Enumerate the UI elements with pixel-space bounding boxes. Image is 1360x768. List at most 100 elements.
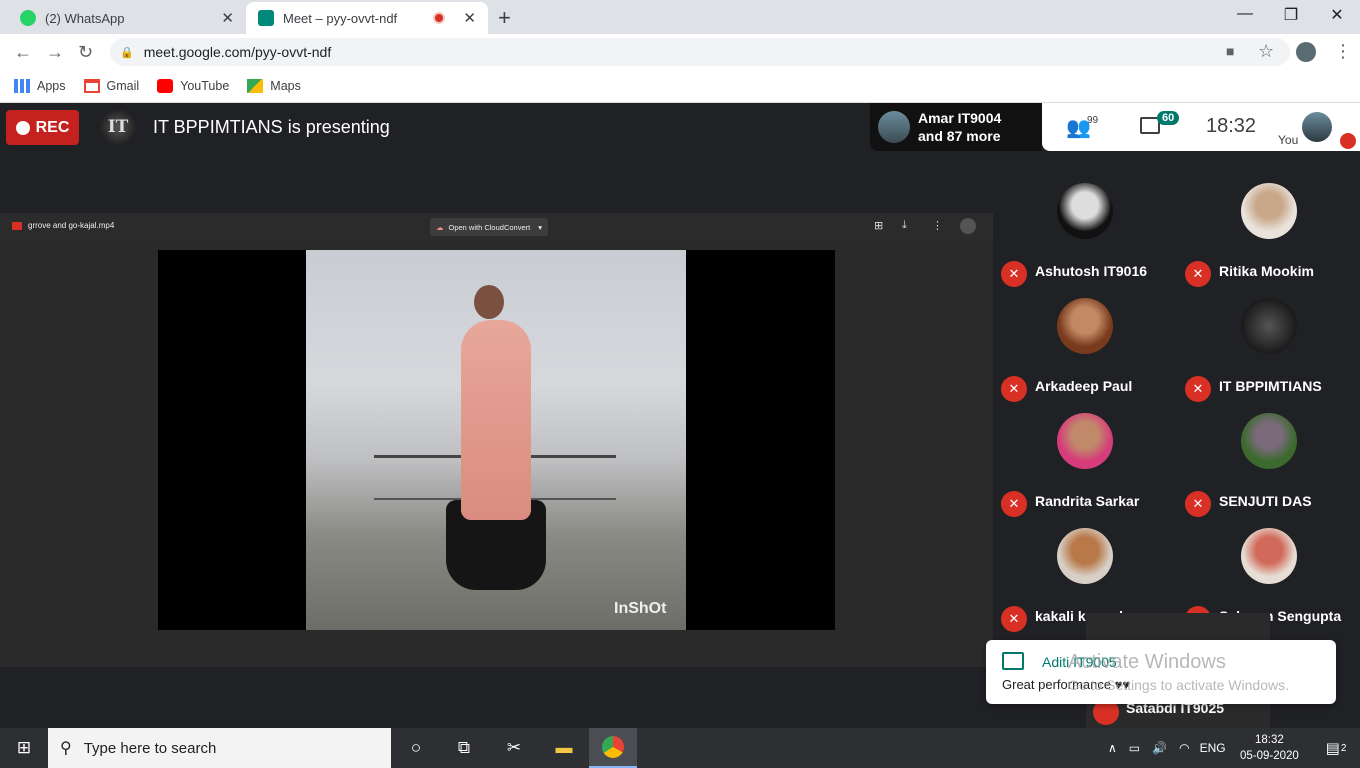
chat-count-badge: 60	[1157, 111, 1180, 125]
dancer-figure	[474, 285, 504, 319]
mic-off-icon: ✕	[1185, 491, 1211, 517]
avatar	[1241, 413, 1297, 469]
star-icon[interactable]: ☆	[1258, 41, 1274, 62]
windows-taskbar: ⊞ ⚲ Type here to search ○ ⧉ ✂ ▬ ∧ ▭ 🔊 ◠ …	[0, 728, 1360, 768]
participant-tile[interactable]: ✕ Arkadeep Paul	[993, 291, 1177, 406]
gmail-icon	[83, 79, 100, 93]
file-explorer-icon[interactable]: ▬	[540, 728, 588, 768]
recording-badge[interactable]: REC	[6, 110, 79, 145]
video-watermark: InShOt	[614, 600, 667, 617]
new-tab-button[interactable]: +	[498, 5, 511, 31]
participant-name: Arkadeep Paul	[1035, 378, 1133, 394]
join-notification: Amar IT9004 and 87 more	[870, 103, 1042, 151]
participants-count: 99	[1087, 115, 1099, 126]
task-view-icon[interactable]: ⧉	[440, 728, 488, 768]
bookmark-maps[interactable]: Maps	[247, 79, 301, 93]
lock-icon: 🔒	[120, 46, 134, 59]
tab-whatsapp[interactable]: (2) WhatsApp ✕	[8, 2, 246, 34]
viewer-avatar	[960, 218, 976, 234]
back-icon[interactable]: ←	[14, 42, 32, 63]
avatar	[1057, 528, 1113, 584]
avatar	[878, 111, 910, 143]
close-icon[interactable]: ✕	[221, 9, 234, 27]
window-close-button[interactable]: ✕	[1314, 5, 1360, 25]
participants-grid: ✕ Ashutosh IT9016 ✕ Ritika Mookim ✕ Arka…	[993, 151, 1360, 671]
mic-off-icon: ✕	[1001, 376, 1027, 402]
notification-line1: Amar IT9004	[918, 110, 1002, 126]
meeting-time: 18:32	[1206, 115, 1257, 137]
presenting-title: IT BPPIMTIANS is presenting	[153, 117, 390, 137]
participant-tile[interactable]: ✕ SENJUTI DAS	[1177, 406, 1360, 521]
camera-icon[interactable]: ■	[1226, 43, 1234, 59]
bookmark-youtube[interactable]: YouTube	[157, 79, 229, 93]
tab-title: (2) WhatsApp	[45, 10, 125, 26]
snipping-tool-icon[interactable]: ✂	[490, 728, 538, 768]
participant-tile[interactable]: ✕ Randrita Sarkar	[993, 406, 1177, 521]
tab-meet[interactable]: Meet – pyy-ovvt-ndf ✕	[246, 2, 488, 34]
address-bar[interactable]: 🔒 meet.google.com/pyy-ovvt-ndf	[110, 38, 1290, 66]
participant-tile[interactable]: ✕ Ritika Mookim	[1177, 176, 1360, 291]
more-icon[interactable]: ⋮	[932, 219, 943, 232]
url-text: meet.google.com/pyy-ovvt-ndf	[143, 44, 332, 60]
minimize-button[interactable]: —	[1222, 5, 1268, 23]
cortana-icon[interactable]: ○	[392, 728, 440, 768]
activate-windows-subtitle: Go to Settings to activate Windows.	[1068, 677, 1289, 693]
reload-icon[interactable]: ↻	[78, 42, 93, 63]
participant-tile[interactable]: ✕ IT BPPIMTIANS	[1177, 291, 1360, 406]
menu-icon[interactable]: ⋮	[1334, 41, 1352, 62]
wifi-icon[interactable]: ◠	[1179, 741, 1189, 755]
file-viewer-bar: grrove and go-kajal.mp4 ☁ Open with Clou…	[0, 213, 993, 241]
download-icon[interactable]: ⤓	[902, 219, 907, 232]
record-icon	[15, 120, 30, 135]
taskbar-clock[interactable]: 18:32 05-09-2020	[1240, 732, 1299, 764]
open-with-button[interactable]: ☁ Open with CloudConvert ▾	[430, 218, 548, 236]
language-indicator[interactable]: ENG	[1200, 741, 1226, 755]
clock-date: 05-09-2020	[1240, 750, 1299, 762]
mic-off-icon: ✕	[1001, 491, 1027, 517]
bookmark-label: Gmail	[106, 79, 140, 93]
profile-avatar[interactable]	[1296, 42, 1316, 62]
battery-icon[interactable]: ▭	[1129, 741, 1140, 755]
browser-toolbar: ← → ↻ 🔒 meet.google.com/pyy-ovvt-ndf ■ ☆…	[0, 34, 1360, 70]
search-placeholder: Type here to search	[83, 739, 217, 757]
bookmarks-bar: Apps Gmail YouTube Maps	[0, 70, 1360, 103]
mic-off-icon: ✕	[1001, 261, 1027, 287]
volume-icon[interactable]: 🔊	[1152, 741, 1167, 755]
add-comment-icon[interactable]: ⊞	[874, 219, 883, 232]
whatsapp-icon	[20, 10, 36, 26]
participant-name: Randrita Sarkar	[1035, 493, 1140, 509]
mic-off-icon	[1340, 133, 1356, 149]
avatar	[1241, 528, 1297, 584]
mic-off-icon: ✕	[1185, 261, 1211, 287]
restore-button[interactable]: ❐	[1268, 5, 1314, 25]
bookmark-label: Maps	[270, 79, 301, 93]
video-file-icon	[12, 222, 22, 230]
bookmark-apps[interactable]: Apps	[14, 79, 66, 93]
youtube-icon	[157, 79, 174, 93]
self-avatar[interactable]	[1302, 112, 1332, 142]
close-icon[interactable]: ✕	[463, 9, 476, 27]
chrome-icon	[602, 736, 624, 758]
forward-icon[interactable]: →	[46, 42, 64, 63]
participant-tile[interactable]: ✕ Ashutosh IT9016	[993, 176, 1177, 291]
browser-tab-strip: (2) WhatsApp ✕ Meet – pyy-ovvt-ndf ✕ + —…	[0, 0, 1360, 34]
notifications-icon[interactable]: ▤ 2	[1312, 728, 1360, 768]
windows-start-icon[interactable]: ⊞	[0, 728, 48, 768]
avatar	[1241, 298, 1297, 354]
rec-label: REC	[35, 118, 70, 136]
mic-off-icon: ✕	[1185, 376, 1211, 402]
chat-icon	[1002, 652, 1024, 670]
bookmark-label: YouTube	[180, 79, 230, 93]
avatar	[1057, 183, 1113, 239]
chrome-taskbar-icon[interactable]	[589, 728, 637, 768]
self-label: You	[1278, 133, 1299, 147]
chevron-up-icon[interactable]: ∧	[1108, 741, 1117, 755]
clock-time: 18:32	[1255, 734, 1284, 746]
participant-name: IT BPPIMTIANS	[1219, 378, 1322, 394]
participant-name: Ashutosh IT9016	[1035, 263, 1148, 279]
bookmark-gmail[interactable]: Gmail	[83, 79, 140, 93]
participant-name: SENJUTI DAS	[1219, 493, 1312, 509]
google-meet-icon	[258, 10, 274, 26]
video-player[interactable]: InShOt	[158, 250, 835, 630]
taskbar-search[interactable]: ⚲ Type here to search	[48, 728, 391, 768]
